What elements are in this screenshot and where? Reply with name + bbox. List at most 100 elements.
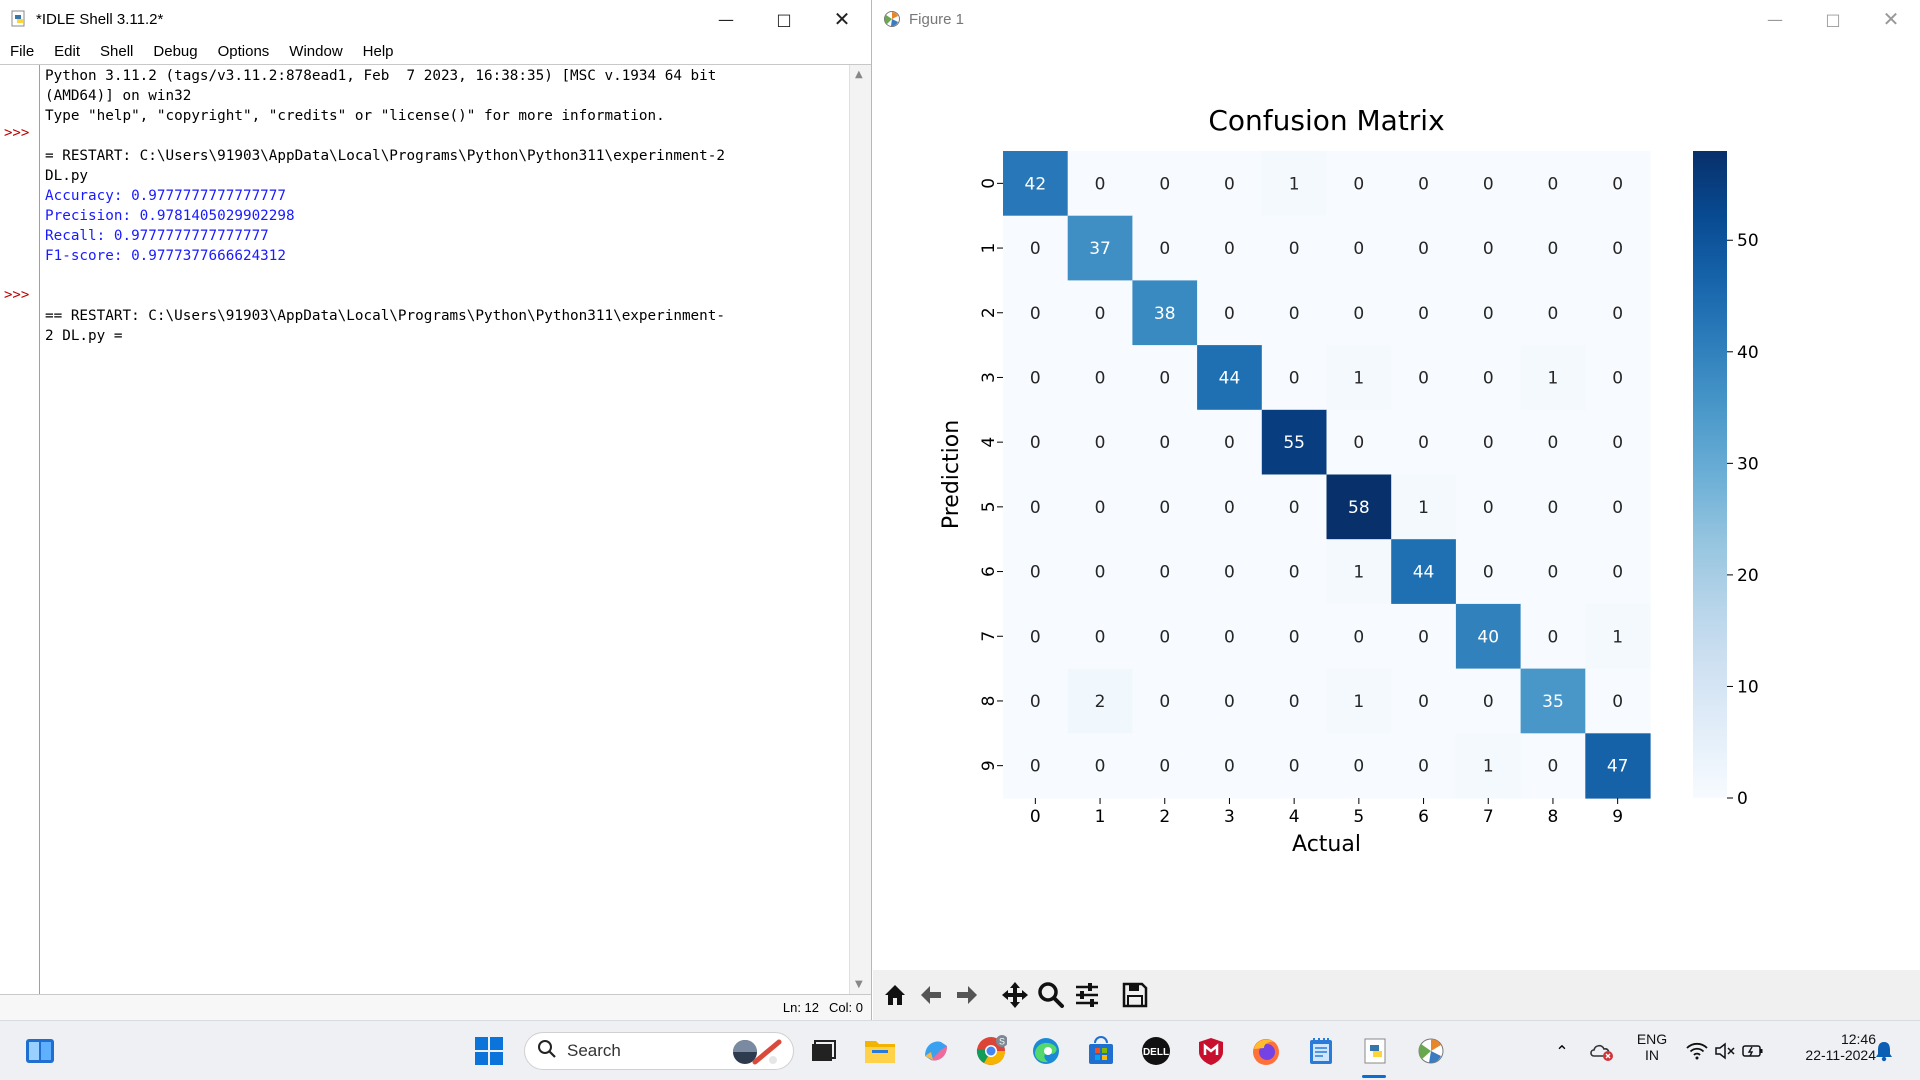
cell-value-label: 0 <box>1030 498 1041 518</box>
cell-value-label: 0 <box>1353 239 1364 259</box>
zoom-button[interactable] <box>1034 978 1068 1012</box>
cell-value-label: 0 <box>1289 757 1300 777</box>
home-button[interactable] <box>878 978 912 1012</box>
vertical-scrollbar[interactable]: ▲ ▼ <box>849 65 871 994</box>
task-view-icon <box>812 1040 836 1061</box>
close-button[interactable]: ✕ <box>813 0 871 38</box>
cell-value-label: 0 <box>1030 304 1041 324</box>
task-view-button[interactable] <box>805 1033 841 1069</box>
firefox-button[interactable] <box>1248 1033 1284 1069</box>
cell-value-label: 0 <box>1612 498 1623 518</box>
cell-value-label: 0 <box>1159 239 1170 259</box>
shell-output-line: Accuracy: 0.9777777777777777 <box>45 188 287 204</box>
figure-toolbar <box>873 970 1920 1020</box>
search-label: Search <box>567 1041 621 1060</box>
cell-value-label: 1 <box>1483 757 1494 777</box>
cell-value-label: 0 <box>1483 239 1494 259</box>
shell-text-line <box>45 286 845 306</box>
figure-maximize-button[interactable]: □ <box>1804 0 1862 38</box>
chrome-button[interactable]: S <box>973 1033 1009 1069</box>
figure-close-button[interactable]: ✕ <box>1862 0 1920 38</box>
python-idle-icon <box>1364 1038 1386 1064</box>
cell-value-label: 1 <box>1353 692 1364 712</box>
cell-value-label: 0 <box>1548 433 1559 453</box>
language-code: ENG <box>1636 1031 1668 1047</box>
dell-icon: DELL <box>1142 1037 1170 1065</box>
taskbar: Search S DELL ⌃ ENG IN 12:46 22-11-2024 <box>0 1020 1920 1080</box>
show-hidden-icons-button[interactable]: ⌃ <box>1544 1033 1580 1069</box>
scroll-down-icon[interactable]: ▼ <box>855 979 863 990</box>
clock[interactable]: 12:46 22-11-2024 <box>1780 1031 1876 1063</box>
dell-button[interactable]: DELL <box>1138 1033 1174 1069</box>
scroll-up-icon[interactable]: ▲ <box>855 69 863 80</box>
x-tick-label: 0 <box>1030 807 1041 827</box>
start-button[interactable] <box>471 1033 507 1069</box>
figure-window: Figure 1 — □ ✕ 42 0 0 0 1 0 0 0 0 0 0 37 0 0 0 0 0 0 0 0 0 0 3… <box>873 0 1920 1020</box>
forward-button[interactable] <box>950 978 984 1012</box>
maximize-button[interactable]: □ <box>755 0 813 38</box>
svg-text:S: S <box>999 1037 1005 1047</box>
cell-value-label: 0 <box>1095 433 1106 453</box>
cell-value-label: 0 <box>1095 627 1106 647</box>
shell-prompt: >>> <box>4 125 30 141</box>
region-code: IN <box>1645 1047 1659 1063</box>
python-idle-taskbar-button[interactable] <box>1358 1033 1394 1069</box>
cell-value-label: 0 <box>1483 304 1494 324</box>
prompt-gutter: >>> >>> <box>0 65 40 994</box>
onedrive-error-icon <box>1590 1044 1613 1061</box>
plot-canvas[interactable]: 42 0 0 0 1 0 0 0 0 0 0 37 0 0 0 0 0 0 0 0 0 0 38 0 0 0 0 0 0 0 0 0 0 44 0 1… <box>873 38 1920 970</box>
notepad-button[interactable] <box>1303 1033 1339 1069</box>
copilot-button[interactable] <box>918 1033 954 1069</box>
cell-value-label: 0 <box>1483 563 1494 583</box>
x-tick-label: 7 <box>1483 807 1494 827</box>
language-indicator[interactable]: ENG IN <box>1634 1031 1670 1063</box>
file-explorer-button[interactable] <box>862 1033 898 1069</box>
x-tick-label: 4 <box>1289 807 1300 827</box>
menu-file[interactable]: File <box>0 43 44 60</box>
save-figure-button[interactable] <box>1118 978 1152 1012</box>
figure-minimize-button[interactable]: — <box>1746 0 1804 38</box>
y-tick-label: 4 <box>979 437 999 448</box>
cell-value-label: 0 <box>1030 433 1041 453</box>
shell-output[interactable]: Python 3.11.2 (tags/v3.11.2:878ead1, Feb… <box>45 66 845 346</box>
widgets-icon <box>26 1039 54 1063</box>
cell-value-label: 0 <box>1612 368 1623 388</box>
onedrive-status-button[interactable] <box>1584 1033 1620 1069</box>
configure-subplots-button[interactable] <box>1070 978 1104 1012</box>
edge-button[interactable] <box>1028 1033 1064 1069</box>
widgets-button[interactable] <box>22 1033 58 1069</box>
shell-text-line <box>45 266 845 286</box>
cell-value-label: 0 <box>1289 368 1300 388</box>
cell-value-label: 0 <box>1095 498 1106 518</box>
quick-settings-button[interactable] <box>1680 1033 1770 1069</box>
mcafee-button[interactable] <box>1193 1033 1229 1069</box>
menu-help[interactable]: Help <box>353 43 404 60</box>
store-button[interactable] <box>1083 1033 1119 1069</box>
cell-value-label: 0 <box>1030 627 1041 647</box>
y-tick-label: 9 <box>979 760 999 771</box>
menu-window[interactable]: Window <box>279 43 352 60</box>
cell-value-label: 42 <box>1025 174 1047 194</box>
idle-shell-window: *IDLE Shell 3.11.2* — □ ✕ File Edit Shel… <box>0 0 872 1020</box>
back-button[interactable] <box>914 978 948 1012</box>
menu-edit[interactable]: Edit <box>44 43 90 60</box>
cell-value-label: 0 <box>1224 239 1235 259</box>
y-tick-label: 1 <box>979 243 999 254</box>
cell-value-label: 0 <box>1224 498 1235 518</box>
cell-value-label: 0 <box>1159 692 1170 712</box>
pan-button[interactable] <box>998 978 1032 1012</box>
menu-shell[interactable]: Shell <box>90 43 143 60</box>
cell-value-label: 1 <box>1548 368 1559 388</box>
notifications-button[interactable] <box>1866 1033 1902 1069</box>
active-app-indicator <box>1362 1075 1386 1078</box>
volume-muted-icon <box>1715 1042 1735 1060</box>
idle-titlebar[interactable]: *IDLE Shell 3.11.2* — □ ✕ <box>0 0 871 38</box>
taskbar-search[interactable]: Search <box>524 1032 794 1070</box>
minimize-button[interactable]: — <box>697 0 755 38</box>
colorbar-tick-label: 20 <box>1737 566 1759 586</box>
matplotlib-taskbar-button[interactable] <box>1413 1033 1449 1069</box>
menu-options[interactable]: Options <box>208 43 280 60</box>
menu-debug[interactable]: Debug <box>143 43 207 60</box>
idle-editor-area[interactable]: >>> >>> Python 3.11.2 (tags/v3.11.2:878e… <box>0 64 871 994</box>
figure-titlebar[interactable]: Figure 1 — □ ✕ <box>873 0 1920 38</box>
